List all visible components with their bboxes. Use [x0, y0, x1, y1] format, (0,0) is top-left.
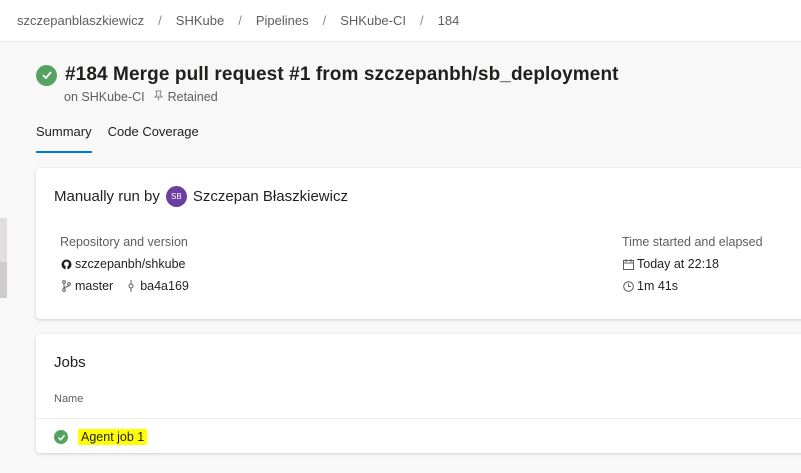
breadcrumb: szczepanblaszkiewicz / SHKube / Pipeline…: [0, 0, 801, 42]
repo-label: Repository and version: [60, 235, 188, 249]
breadcrumb-pipelines[interactable]: Pipelines: [256, 13, 309, 28]
commit-icon: [125, 280, 137, 292]
breadcrumb-org[interactable]: szczepanblaszkiewicz: [17, 13, 144, 28]
pin-icon: [153, 90, 164, 104]
commit-id[interactable]: ba4a169: [140, 279, 189, 293]
job-row[interactable]: Agent job 1: [54, 429, 148, 445]
avatar: SB: [165, 186, 187, 207]
tab-summary[interactable]: Summary: [36, 124, 92, 153]
pipeline-name[interactable]: on SHKube-CI: [64, 90, 145, 104]
time-label: Time started and elapsed: [622, 235, 763, 249]
name-column-header: Name: [54, 393, 84, 405]
divider: [36, 418, 801, 419]
github-icon: [60, 259, 72, 270]
success-check-icon: [36, 64, 57, 86]
breadcrumb-separator: /: [419, 13, 424, 28]
breadcrumb-separator: /: [158, 13, 162, 28]
start-time: Today at 22:18: [637, 257, 720, 271]
breadcrumb-separator: /: [322, 13, 327, 28]
clock-icon: [622, 280, 634, 292]
success-check-icon: [54, 430, 68, 444]
breadcrumb-separator: /: [238, 13, 242, 28]
breadcrumb-run[interactable]: 184: [438, 13, 460, 28]
jobs-title: Jobs: [54, 354, 86, 371]
calendar-icon: [622, 258, 634, 270]
retained-status: Retained: [167, 90, 218, 104]
breadcrumb-project[interactable]: SHKube: [176, 13, 224, 28]
tab-bar: Summary Code Coverage: [36, 124, 215, 153]
page-title: #184 Merge pull request #1 from szczepan…: [65, 64, 619, 85]
repo-link[interactable]: szczepanbh/shkube: [75, 257, 186, 271]
summary-card: Manually run by SB Szczepan Błaszkiewicz…: [36, 168, 801, 319]
elapsed-time: 1m 41s: [637, 279, 678, 293]
branch-icon: [60, 280, 72, 292]
run-by-user: Szczepan Błaszkiewicz: [192, 188, 348, 205]
breadcrumb-pipeline[interactable]: SHKube-CI: [340, 13, 406, 28]
run-header: #184 Merge pull request #1 from szczepan…: [36, 64, 619, 104]
branch-name[interactable]: master: [75, 279, 113, 293]
manually-run-label: Manually run by: [54, 188, 160, 205]
tab-code-coverage[interactable]: Code Coverage: [108, 124, 199, 153]
job-name[interactable]: Agent job 1: [78, 429, 148, 445]
left-panel-scroll-thumb[interactable]: [0, 262, 7, 298]
jobs-card: Jobs Name Agent job 1: [36, 334, 801, 453]
